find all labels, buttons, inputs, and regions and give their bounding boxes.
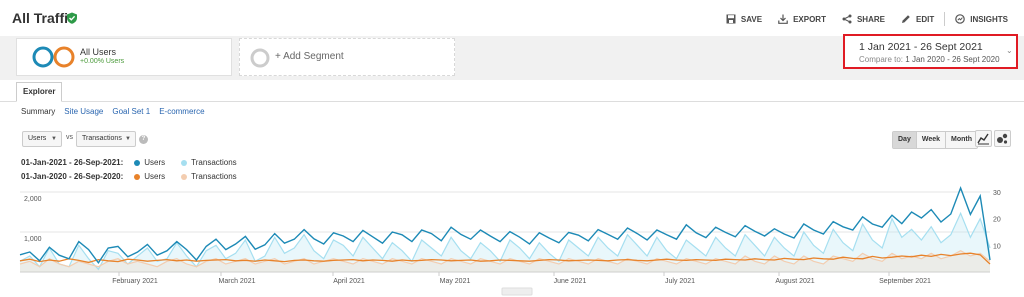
legend-dot-icon <box>134 173 141 180</box>
legend-users-current: Users <box>144 158 166 167</box>
subtabs: Summary Site Usage Goal Set 1 E-commerce <box>21 107 205 116</box>
save-button[interactable]: SAVE <box>718 12 770 26</box>
legend-transactions-current: Transactions <box>191 158 237 167</box>
date-range-picker[interactable]: 1 Jan 2021 - 26 Sept 2021 Compare to: 1 … <box>843 34 1018 69</box>
export-label: EXPORT <box>793 14 826 24</box>
tab-row <box>0 80 1024 102</box>
legend-dot-icon <box>181 173 188 180</box>
legend-period-current: 01-Jan-2021 - 26-Sep-2021: <box>21 158 124 167</box>
metric2-select[interactable]: Transactions ▼ <box>76 131 136 147</box>
segment-all-users[interactable]: All Users +0.00% Users <box>16 38 232 76</box>
segment-name: All Users <box>80 47 117 57</box>
period-toggle: Day Week Month <box>892 131 979 149</box>
insights-label: INSIGHTS <box>970 14 1008 24</box>
dropdown-arrow-icon: ▼ <box>125 136 131 142</box>
segment-circles-icon <box>32 46 75 68</box>
date-range-compare: Compare to: 1 Jan 2020 - 26 Sept 2020 <box>859 55 1000 64</box>
share-icon <box>842 14 852 24</box>
export-button[interactable]: EXPORT <box>770 12 834 26</box>
edit-label: EDIT <box>915 14 935 24</box>
period-month-button[interactable]: Month <box>946 132 977 148</box>
y-right-tick-label: 20 <box>993 217 1001 224</box>
x-tick-label: March 2021 <box>219 278 256 285</box>
subtab-e-commerce[interactable]: E-commerce <box>159 107 204 116</box>
x-tick-label: April 2021 <box>333 278 365 285</box>
metric1-value: Users <box>28 135 47 142</box>
chart-resize-handle <box>501 287 533 296</box>
legend-transactions-previous: Transactions <box>191 172 237 181</box>
metric1-select[interactable]: Users ▼ <box>22 131 62 147</box>
header-actions: SAVE EXPORT SHARE EDIT INSIGHTS <box>718 12 1016 26</box>
legend-row-current: 01-Jan-2021 - 26-Sep-2021: Users Transac… <box>21 158 237 167</box>
motion-chart-button[interactable] <box>994 130 1011 147</box>
tab-explorer[interactable]: Explorer <box>16 82 63 102</box>
x-tick-label: July 2021 <box>665 278 695 285</box>
line-chart-button[interactable] <box>975 130 992 147</box>
line-chart-icon <box>977 133 989 145</box>
y-left-tick-label: 2,000 <box>24 196 42 203</box>
export-icon <box>778 14 788 24</box>
legend-users-previous: Users <box>144 172 166 181</box>
x-tick-label: June 2021 <box>554 278 587 285</box>
help-icon[interactable]: ? <box>139 135 148 144</box>
y-right-tick-label: 10 <box>993 243 1001 250</box>
segment-change: +0.00% Users <box>80 58 125 65</box>
compare-prefix: Compare to: <box>859 55 904 64</box>
report-header: All Traffic SAVE EXPORT SHARE EDIT INSIG… <box>0 0 1024 36</box>
edit-button[interactable]: EDIT <box>893 12 942 26</box>
subtab-goal-set-1[interactable]: Goal Set 1 <box>112 107 150 116</box>
x-tick-label: August 2021 <box>775 278 814 285</box>
action-divider <box>944 12 946 26</box>
add-segment-label: + Add Segment <box>275 51 344 62</box>
subtab-site-usage[interactable]: Site Usage <box>64 107 103 116</box>
vs-label: vs <box>66 134 73 141</box>
legend-dot-icon <box>134 159 141 166</box>
save-label: SAVE <box>740 14 763 24</box>
empty-segment-circle-icon <box>250 48 270 68</box>
x-tick-label: September 2021 <box>879 278 931 285</box>
legend-period-previous: 01-Jan-2020 - 26-Sep-2020: <box>21 172 124 181</box>
y-left-tick-label: 1,000 <box>24 236 42 243</box>
insights-button[interactable]: INSIGHTS <box>947 12 1016 26</box>
x-tick-label: May 2021 <box>440 278 471 285</box>
y-right-tick-label: 30 <box>993 190 1001 197</box>
edit-icon <box>901 15 910 23</box>
share-button[interactable]: SHARE <box>834 12 893 26</box>
date-range-main: 1 Jan 2021 - 26 Sept 2021 <box>859 41 983 53</box>
insights-icon <box>955 14 966 24</box>
period-day-button[interactable]: Day <box>893 132 917 148</box>
traffic-line-chart: 2,000 1,000 30 20 10 February 2021 March 2021 A… <box>19 186 1001 296</box>
x-tick-label: February 2021 <box>112 278 158 285</box>
dropdown-arrow-icon: ▼ <box>51 136 57 142</box>
legend-dot-icon <box>181 159 188 166</box>
legend-row-previous: 01-Jan-2020 - 26-Sep-2020: Users Transac… <box>21 172 237 181</box>
metric2-value: Transactions <box>82 135 122 142</box>
share-label: SHARE <box>856 14 885 24</box>
subtab-summary[interactable]: Summary <box>21 107 55 116</box>
compare-value: 1 Jan 2020 - 26 Sept 2020 <box>905 55 1000 64</box>
period-week-button[interactable]: Week <box>917 132 947 148</box>
bubble-chart-icon <box>997 133 1008 144</box>
save-icon <box>726 14 736 24</box>
add-segment-button[interactable]: + Add Segment <box>239 38 455 76</box>
verified-shield-icon <box>67 12 77 24</box>
chevron-down-icon[interactable]: ⌄ <box>1006 46 1013 55</box>
